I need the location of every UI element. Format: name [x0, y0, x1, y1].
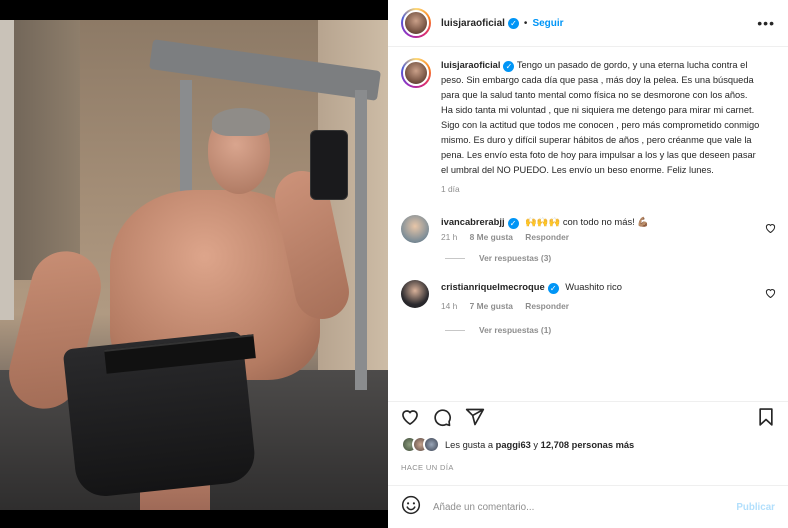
liker-avatar [423, 436, 440, 453]
comment-meta: 14 h 7 Me gusta Responder [441, 301, 761, 311]
action-bar [388, 401, 788, 429]
heart-icon[interactable] [765, 223, 776, 236]
comment-username[interactable]: cristianriquelmecroque [441, 281, 545, 292]
view-replies-button[interactable]: Ver respuestas (1) [445, 325, 788, 335]
follow-button[interactable]: Seguir [532, 18, 563, 29]
verified-icon: ✓ [507, 17, 519, 29]
comments-list[interactable]: luisjaraoficial ✓ Tengo un pasado de gord… [388, 48, 788, 390]
replies-rule [445, 329, 465, 331]
commenter-avatar[interactable] [401, 215, 429, 243]
heart-icon[interactable] [765, 288, 776, 301]
comment-composer: Publicar [388, 485, 788, 528]
comment-item: cristianriquelmecroque ✓ Wuashito rico 14… [388, 280, 788, 311]
caption-time[interactable]: 1 día [441, 184, 460, 194]
comment-icon[interactable] [432, 407, 452, 427]
comment-body: cristianriquelmecroque ✓ Wuashito rico 14… [441, 280, 761, 311]
emoji-icon[interactable] [401, 495, 421, 520]
likes-middle: y [533, 440, 539, 450]
view-replies-button[interactable]: Ver respuestas (3) [445, 253, 788, 263]
reply-button[interactable]: Responder [525, 301, 569, 311]
post-header: luisjaraoficial ✓ • Seguir ••• [388, 0, 788, 47]
comment-input[interactable] [433, 501, 737, 513]
likes-user[interactable]: paggi63 [496, 440, 531, 450]
comment-time[interactable]: 14 h [441, 301, 457, 311]
post-side-panel: luisjaraoficial ✓ • Seguir ••• luisjarao… [388, 0, 788, 528]
more-icon[interactable]: ••• [757, 15, 775, 31]
comment-meta: 21 h 8 Me gusta Responder [441, 232, 761, 242]
likes-summary[interactable]: Les gusta a paggi63 y 12,708 personas má… [401, 436, 634, 454]
comment-time[interactable]: 21 h [441, 232, 457, 242]
post-date[interactable]: HACE UN DÍA [401, 463, 454, 472]
view-replies-label[interactable]: Ver respuestas (3) [479, 253, 551, 263]
verified-icon: ✓ [507, 218, 519, 229]
photo-phone [310, 130, 348, 200]
comment-text: con todo no más! [562, 216, 635, 227]
author-username[interactable]: luisjaraoficial [441, 18, 505, 29]
caption-body: luisjaraoficial ✓ Tengo un pasado de gord… [441, 58, 761, 197]
comment-likes[interactable]: 7 Me gusta [470, 301, 513, 311]
author-avatar[interactable] [401, 58, 431, 88]
liker-avatars [401, 436, 441, 454]
reply-button[interactable]: Responder [525, 232, 569, 242]
view-replies-label[interactable]: Ver respuestas (1) [479, 325, 551, 335]
comment-item: ivancabrerabjj ✓ 🙌🙌🙌 con todo no más! 💪🏽 … [388, 215, 788, 243]
heart-icon[interactable] [400, 407, 420, 427]
comment-line: cristianriquelmecroque ✓ Wuashito rico [441, 280, 761, 294]
photo-gym-post [355, 90, 367, 390]
commenter-avatar[interactable] [401, 280, 429, 308]
likes-count[interactable]: 12,708 personas más [541, 440, 635, 450]
caption-meta: 1 día [441, 182, 761, 197]
likes-prefix: Les gusta a [445, 440, 494, 450]
bookmark-icon[interactable] [756, 407, 776, 427]
verified-icon: ✓ [503, 61, 515, 72]
author-avatar[interactable] [401, 8, 431, 38]
comment-body: ivancabrerabjj ✓ 🙌🙌🙌 con todo no más! 💪🏽 … [441, 215, 761, 243]
comment-username[interactable]: ivancabrerabjj [441, 216, 505, 227]
instagram-post-modal: luisjaraoficial ✓ • Seguir ••• luisjarao… [0, 0, 788, 528]
comment-emoji: 🙌🙌🙌 [525, 216, 561, 227]
publish-button[interactable]: Publicar [736, 502, 775, 513]
photo-doorframe [0, 20, 14, 320]
caption-text: Tengo un pasado de gordo, y una eterna l… [441, 60, 760, 175]
post-photo[interactable] [0, 20, 388, 510]
comment-likes[interactable]: 8 Me gusta [470, 232, 513, 242]
comment-line: ivancabrerabjj ✓ 🙌🙌🙌 con todo no más! 💪🏽 [441, 215, 761, 229]
caption-username[interactable]: luisjaraoficial [441, 60, 500, 70]
comment-text: Wuashito rico [565, 281, 622, 292]
caption: luisjaraoficial ✓ Tengo un pasado de gord… [388, 48, 788, 197]
replies-rule [445, 257, 465, 259]
comment-emoji-trailing: 💪🏽 [637, 216, 650, 227]
photo-person-hair [212, 108, 270, 136]
verified-icon: ✓ [547, 283, 559, 294]
separator-dot: • [523, 17, 528, 29]
share-icon[interactable] [465, 407, 485, 427]
